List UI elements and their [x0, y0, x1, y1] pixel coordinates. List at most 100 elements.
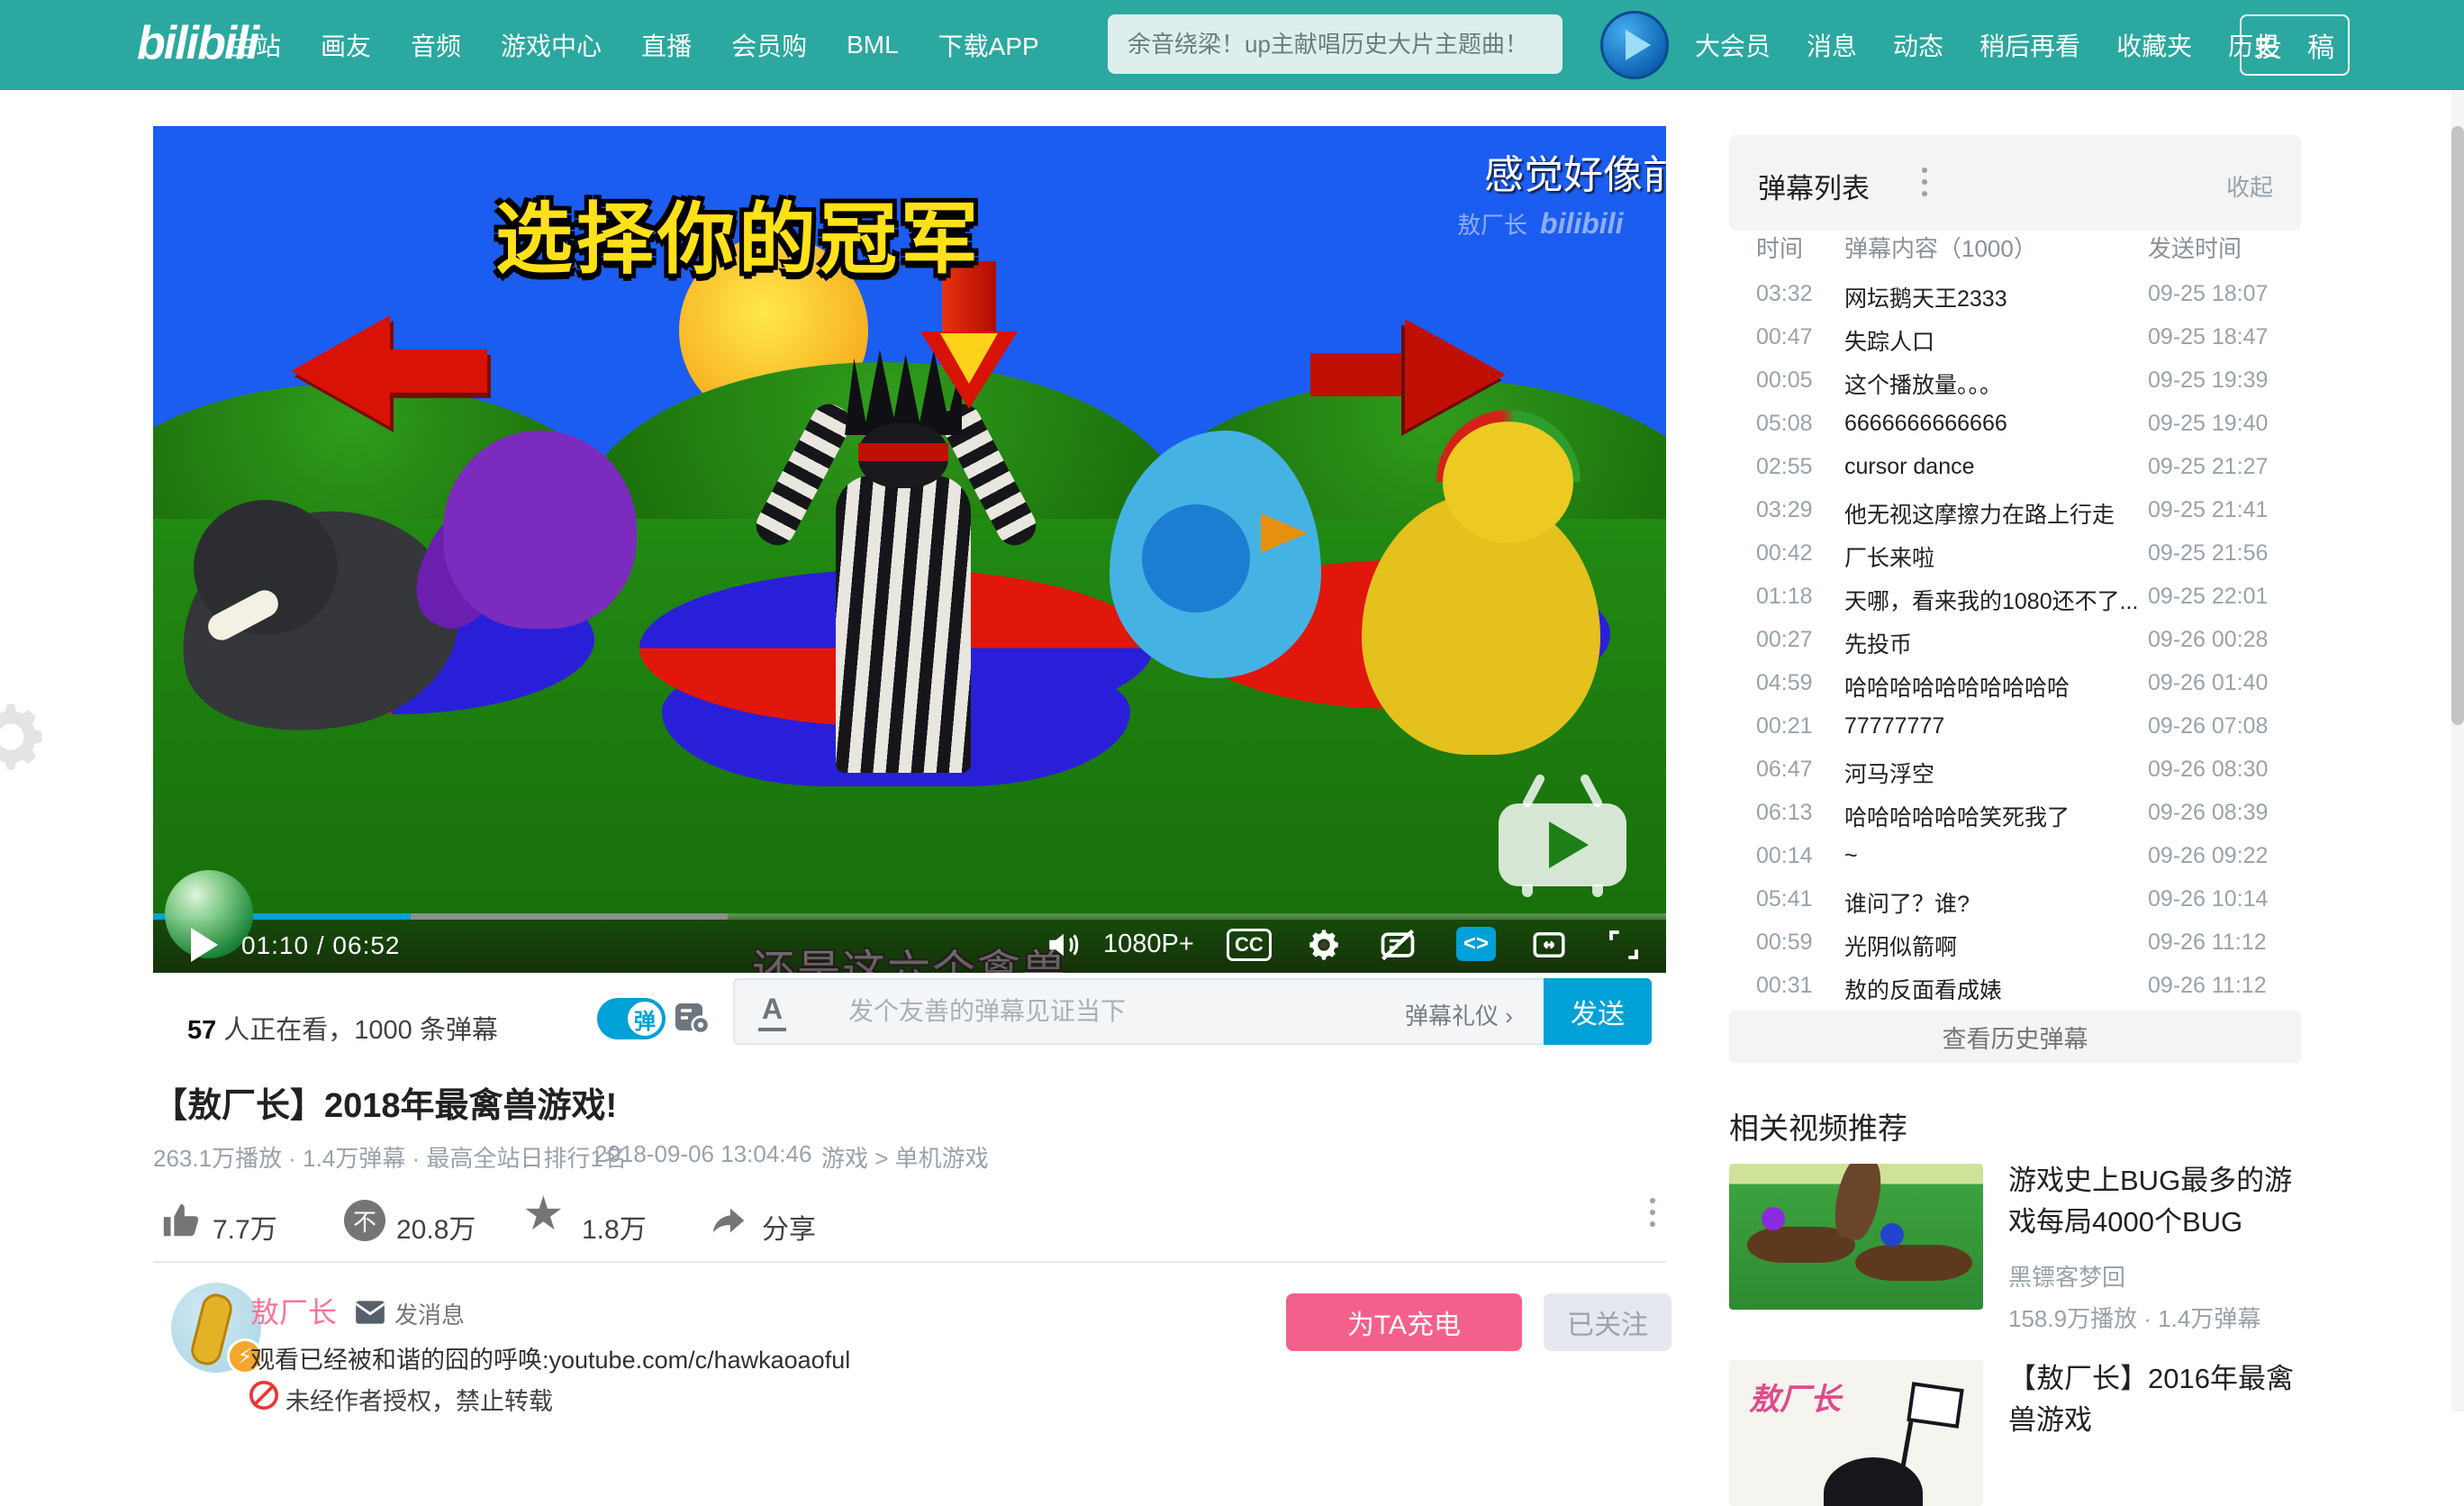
- upload-button[interactable]: 投 稿: [2240, 14, 2350, 76]
- danmaku-row[interactable]: 04:59哈哈哈哈哈哈哈哈哈哈09-26 01:40: [1729, 670, 2301, 706]
- danmaku-row[interactable]: 00:27先投币09-26 00:28: [1729, 627, 2301, 663]
- coin-icon[interactable]: 不: [344, 1200, 385, 1241]
- share-label[interactable]: 分享: [762, 1207, 816, 1247]
- danmaku-content: 河马浮空: [1844, 757, 1934, 789]
- send-message-link[interactable]: 发消息: [394, 1297, 465, 1330]
- followed-button[interactable]: 已关注: [1544, 1293, 1671, 1351]
- danmaku-content: 网坛鹅天王2333: [1844, 281, 2007, 313]
- video-blue-creature-wing: [1142, 504, 1250, 612]
- page-scrollbar-thumb[interactable]: [2451, 126, 2464, 725]
- danmaku-style-icon[interactable]: A: [758, 993, 786, 1031]
- danmaku-etiquette-link[interactable]: 弹幕礼仪 ›: [1405, 998, 1513, 1031]
- nav-item-huayou[interactable]: 画友: [321, 27, 371, 63]
- danmaku-time: 06:47: [1756, 757, 1813, 783]
- danmaku-toggle-knob: 弹: [626, 1000, 664, 1038]
- danmaku-row[interactable]: 00:05这个播放量。。。09-25 19:39: [1729, 367, 2301, 404]
- danmaku-content: ~: [1844, 843, 1858, 869]
- nav-item-bml[interactable]: BML: [847, 31, 899, 59]
- danmaku-sent: 09-25 19:40: [2148, 411, 2268, 437]
- like-icon[interactable]: [160, 1200, 202, 1241]
- danmaku-row[interactable]: 00:31敖的反面看成婊09-26 11:12: [1729, 973, 2301, 1009]
- thumb-horse: [1855, 1245, 1972, 1281]
- danmaku-row[interactable]: 03:29他无视这摩擦力在路上行走09-25 21:41: [1729, 497, 2301, 533]
- view-history-danmaku-button[interactable]: 查看历史弹幕: [1729, 1011, 2301, 1063]
- nav-item-watch-later[interactable]: 稍后再看: [1979, 27, 2080, 63]
- video-zebra-mask: [858, 443, 948, 461]
- progress-bar[interactable]: [153, 913, 1666, 920]
- nav-item-game-center[interactable]: 游戏中心: [501, 27, 602, 63]
- danmaku-off-icon[interactable]: [1378, 926, 1418, 966]
- tv-foot: [1592, 885, 1603, 897]
- related-video-title[interactable]: 游戏史上BUG最多的游戏每局4000个BUG: [2008, 1160, 2315, 1243]
- danmaku-row[interactable]: 00:14~09-26 09:22: [1729, 843, 2301, 879]
- nav-item-favorites[interactable]: 收藏夹: [2116, 27, 2192, 63]
- edge-gear-icon[interactable]: [0, 695, 52, 778]
- uploader-name[interactable]: 敖厂长: [250, 1290, 337, 1331]
- quality-selector[interactable]: 1080P+: [1103, 930, 1194, 959]
- related-video-thumbnail[interactable]: 敖厂长: [1729, 1360, 1983, 1506]
- column-header-sent[interactable]: 发送时间: [2148, 231, 2242, 264]
- play-channel-icon[interactable]: [1600, 11, 1669, 79]
- favorite-star-icon[interactable]: ★: [522, 1187, 565, 1241]
- nav-item-download-app[interactable]: 下载APP: [938, 27, 1039, 63]
- category-breadcrumb[interactable]: 游戏 > 单机游戏: [821, 1140, 989, 1174]
- like-count[interactable]: 7.7万: [213, 1207, 277, 1247]
- danmaku-time: 00:47: [1756, 324, 1813, 350]
- danmaku-time: 00:31: [1756, 973, 1813, 999]
- nav-item-vip[interactable]: 大会员: [1695, 27, 1771, 63]
- danmaku-row[interactable]: 06:47河马浮空09-26 08:30: [1729, 757, 2301, 793]
- nav-item-shop[interactable]: 会员购: [731, 27, 807, 63]
- publish-time: 2018-09-06 13:04:46: [594, 1140, 811, 1168]
- danmaku-row[interactable]: 01:18天哪，看来我的1080还不了...09-25 22:01: [1729, 584, 2301, 620]
- nav-item-main[interactable]: 主站: [231, 27, 281, 63]
- danmaku-content: 敖的反面看成婊: [1844, 973, 2002, 1005]
- danmaku-row[interactable]: 00:59光阴似箭啊09-26 11:12: [1729, 930, 2301, 966]
- settings-gear-icon[interactable]: [1305, 926, 1343, 964]
- danmaku-row[interactable]: 00:42厂长来啦09-25 21:56: [1729, 540, 2301, 576]
- danmaku-row[interactable]: 05:08666666666666609-25 19:40: [1729, 411, 2301, 447]
- danmaku-toggle[interactable]: 弹: [597, 998, 666, 1039]
- favorite-count[interactable]: 1.8万: [582, 1207, 647, 1247]
- danmaku-row[interactable]: 00:47失踪人口09-25 18:47: [1729, 324, 2301, 360]
- danmaku-content: 先投币: [1844, 627, 1912, 659]
- danmaku-row[interactable]: 06:13哈哈哈哈哈哈笑死我了09-26 08:39: [1729, 800, 2301, 836]
- danmaku-settings-icon[interactable]: [670, 996, 713, 1039]
- time-display: 01:10 / 06:52: [241, 931, 401, 960]
- search-input[interactable]: [1108, 14, 1563, 74]
- send-danmaku-button[interactable]: 发送: [1544, 978, 1652, 1045]
- nav-item-live[interactable]: 直播: [641, 27, 692, 63]
- danmaku-row[interactable]: 03:32网坛鹅天王233309-25 18:07: [1729, 281, 2301, 317]
- nav-item-audio[interactable]: 音频: [411, 27, 461, 63]
- code-danmaku-icon[interactable]: <>: [1456, 927, 1496, 961]
- column-header-content[interactable]: 弹幕内容（1000）: [1844, 231, 2037, 264]
- play-button[interactable]: [191, 928, 218, 962]
- related-video-thumbnail[interactable]: [1729, 1164, 1983, 1310]
- column-header-time: 时间: [1756, 231, 1803, 264]
- danmaku-content: 厂长来啦: [1844, 540, 1934, 573]
- volume-icon[interactable]: [1045, 926, 1083, 964]
- danmaku-row[interactable]: 02:55cursor dance09-25 21:27: [1729, 454, 2301, 490]
- charge-button[interactable]: 为TA充电: [1286, 1293, 1522, 1351]
- danmaku-row[interactable]: 00:217777777709-26 07:08: [1729, 713, 2301, 749]
- video-player[interactable]: 选择你的冠军 感觉好像前 敖厂长bilibili 还是这六个禽兽 01:10 /…: [153, 126, 1666, 973]
- danmaku-row[interactable]: 05:41谁问了？谁?09-26 10:14: [1729, 886, 2301, 922]
- bilibili-tv-play-icon[interactable]: [1499, 803, 1626, 886]
- subtitles-cc-button[interactable]: CC: [1227, 929, 1272, 961]
- collapse-button[interactable]: 收起: [2226, 169, 2273, 203]
- share-icon[interactable]: [708, 1200, 749, 1241]
- nav-item-messages[interactable]: 消息: [1807, 27, 1857, 63]
- related-video-title[interactable]: 【敖厂长】2016年最禽兽游戏: [2008, 1358, 2315, 1441]
- danmaku-time: 00:21: [1756, 713, 1813, 739]
- danmaku-panel-menu-icon[interactable]: [1922, 168, 1927, 196]
- message-envelope-icon[interactable]: [353, 1295, 387, 1329]
- related-video-uploader[interactable]: 黑镖客梦回: [2008, 1259, 2125, 1293]
- time-separator: /: [317, 931, 325, 959]
- coin-count[interactable]: 20.8万: [396, 1207, 476, 1247]
- fullscreen-icon[interactable]: [1605, 926, 1643, 964]
- nav-item-feed[interactable]: 动态: [1893, 27, 1943, 63]
- video-overlay-title: 选择你的冠军: [153, 176, 1324, 288]
- more-actions-menu-icon[interactable]: [1650, 1198, 1655, 1227]
- danmaku-sent: 09-26 00:28: [2148, 627, 2268, 653]
- watching-status: 57人正在看，1000 条弹幕: [187, 1009, 498, 1047]
- widescreen-icon[interactable]: [1530, 926, 1568, 964]
